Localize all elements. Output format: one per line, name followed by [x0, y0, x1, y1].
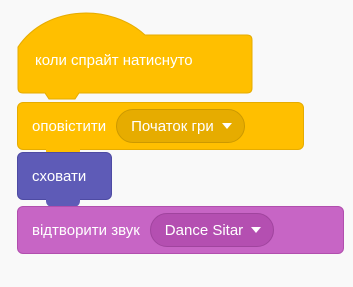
block-label: оповістити: [32, 117, 107, 135]
dropdown-value: Dance Sitar: [164, 221, 244, 239]
hide-block[interactable]: сховати: [17, 152, 112, 207]
block-label: сховати: [32, 167, 87, 185]
when-sprite-clicked-hat-block[interactable]: коли спрайт натиснуто: [17, 0, 253, 100]
play-sound-block[interactable]: відтворити звук Dance Sitar: [17, 206, 344, 254]
chevron-down-icon: [221, 123, 232, 129]
block-label: відтворити звук: [32, 221, 140, 239]
block-label: коли спрайт натиснуто: [35, 52, 193, 69]
dropdown-value: Початок гри: [131, 117, 214, 135]
sound-dropdown[interactable]: Dance Sitar: [149, 213, 275, 247]
broadcast-block[interactable]: оповістити Початок гри: [17, 102, 304, 157]
chevron-down-icon: [251, 227, 262, 233]
hat-block-shape: [17, 12, 253, 100]
broadcast-message-dropdown[interactable]: Початок гри: [116, 109, 245, 143]
